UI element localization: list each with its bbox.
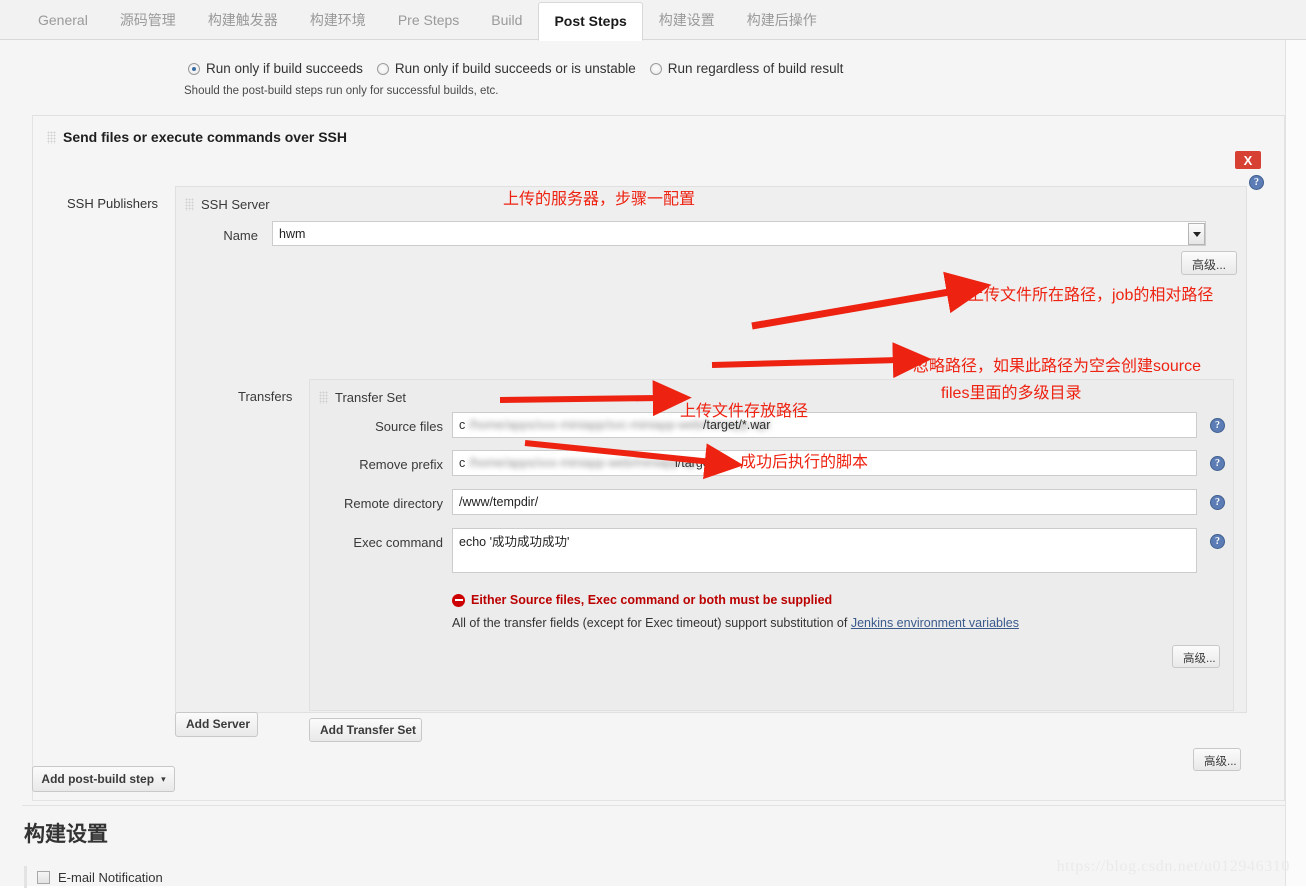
add-post-build-step-label: Add post-build step: [41, 772, 155, 786]
ssh-publisher-advanced-button[interactable]: 高级...: [1193, 748, 1241, 771]
tab-general[interactable]: General: [22, 1, 104, 40]
remove-prefix-label: Remove prefix: [359, 457, 443, 472]
radio-label: Run only if build succeeds or is unstabl…: [394, 61, 636, 76]
radio-run-regardless[interactable]: Run regardless of build result: [649, 61, 844, 76]
ssh-server-name-input[interactable]: [272, 221, 1206, 246]
remote-directory-input[interactable]: [452, 489, 1197, 515]
annotation-remove-prefix-line2: files里面的多级目录: [941, 385, 1082, 402]
transfer-error-message: Either Source files, Exec command or bot…: [471, 593, 833, 607]
tab-scm[interactable]: 源码管理: [104, 1, 192, 40]
ssh-publisher-block: Send files or execute commands over SSH …: [32, 115, 1285, 801]
remote-directory-label: Remote directory: [344, 496, 443, 511]
exec-command-label: Exec command: [353, 535, 443, 550]
annotation-server-name: 上传的服务器，步骤一配置: [503, 191, 696, 208]
transfer-note: All of the transfer fields (except for E…: [452, 616, 1019, 630]
source-files-input[interactable]: c /home/apps/xxx-miniapp/svc-miniapp-web…: [452, 412, 1197, 438]
ssh-block-title: Send files or execute commands over SSH: [47, 129, 347, 145]
radio-label: Run only if build succeeds: [206, 61, 363, 76]
config-tab-bar: General 源码管理 构建触发器 构建环境 Pre Steps Build …: [0, 0, 1306, 41]
tab-post-build-actions[interactable]: 构建后操作: [731, 1, 833, 40]
drag-handle-icon[interactable]: [319, 391, 328, 404]
error-icon: [452, 593, 465, 607]
radio-run-if-succeeds[interactable]: Run only if build succeeds: [188, 61, 363, 76]
transfer-note-prefix: All of the transfer fields (except for E…: [452, 616, 851, 630]
transfer-error-row: Either Source files, Exec command or bot…: [452, 593, 832, 607]
source-files-help-icon[interactable]: ?: [1210, 416, 1225, 433]
config-page-body: Run only if build succeeds Run only if b…: [0, 40, 1286, 888]
jenkins-env-variables-link[interactable]: Jenkins environment variables: [851, 616, 1019, 630]
transfers-label: Transfers: [238, 389, 293, 404]
chevron-down-icon: ▾: [161, 773, 166, 784]
remove-prefix-prefix: c: [459, 456, 466, 470]
transfer-set-panel-title: Transfer Set: [319, 390, 406, 405]
ssh-server-panel-title: SSH Server: [185, 197, 270, 212]
add-server-button[interactable]: Add Server: [175, 712, 258, 737]
ssh-server-panel: SSH Server Name 高级... Transfers Transfer…: [175, 186, 1247, 742]
build-settings-heading: 构建设置: [24, 823, 108, 846]
run-condition-radio-group: Run only if build succeeds Run only if b…: [188, 61, 857, 76]
annotation-exec-command: 成功后执行的脚本: [740, 454, 869, 471]
email-notification-checkbox[interactable]: [37, 870, 50, 884]
name-label: Name: [223, 228, 258, 243]
radio-label: Run regardless of build result: [667, 61, 844, 76]
transfer-set-advanced-button[interactable]: 高级...: [1172, 645, 1220, 668]
tab-build[interactable]: Build: [475, 1, 538, 40]
page-right-gutter: [1286, 40, 1306, 886]
source-files-label: Source files: [375, 419, 443, 434]
tab-build-settings[interactable]: 构建设置: [643, 1, 731, 40]
run-condition-hint: Should the post-build steps run only for…: [184, 85, 499, 97]
ssh-block-help-icon[interactable]: ?: [1249, 173, 1264, 190]
exec-command-textarea[interactable]: echo '成功成功成功': [452, 528, 1197, 573]
tab-list: General 源码管理 构建触发器 构建环境 Pre Steps Build …: [22, 0, 833, 41]
exec-command-help-icon[interactable]: ?: [1210, 532, 1225, 549]
email-notification-row[interactable]: E-mail Notification: [24, 866, 163, 888]
annotation-remote-directory: 上传文件存放路径: [680, 403, 809, 420]
delete-ssh-block-button[interactable]: X: [1235, 151, 1261, 169]
tab-build-trigger[interactable]: 构建触发器: [192, 1, 294, 40]
ssh-server-name-dropdown-arrow[interactable]: [1188, 223, 1205, 245]
ssh-block-title-text: Send files or execute commands over SSH: [63, 129, 347, 145]
drag-handle-icon[interactable]: [185, 198, 194, 211]
transfer-set-panel: Transfer Set Source files c /home/apps/x…: [309, 379, 1234, 711]
csdn-watermark: https://blog.csdn.net/u012946310: [1056, 858, 1290, 875]
add-transfer-set-button[interactable]: Add Transfer Set: [309, 718, 422, 742]
radio-button-icon[interactable]: [188, 62, 200, 75]
remove-prefix-suffix: i/target: [675, 456, 714, 470]
remove-prefix-help-icon[interactable]: ?: [1210, 454, 1225, 471]
transfer-set-title-text: Transfer Set: [335, 390, 407, 405]
section-divider: [22, 805, 1286, 806]
radio-run-if-succeeds-or-unstable[interactable]: Run only if build succeeds or is unstabl…: [376, 61, 636, 76]
email-notification-label: E-mail Notification: [58, 869, 163, 885]
remove-prefix-blurred-path: /home/apps/xxx-miniapp-web/miniapp-ap: [469, 456, 697, 470]
tab-pre-steps[interactable]: Pre Steps: [382, 1, 475, 40]
radio-button-icon[interactable]: [649, 62, 662, 75]
ssh-publishers-label: SSH Publishers: [67, 196, 159, 211]
tab-post-steps[interactable]: Post Steps: [538, 2, 643, 41]
ssh-server-advanced-button[interactable]: 高级...: [1181, 251, 1237, 275]
annotation-source-files: 上传文件所在路径，job的相对路径: [968, 287, 1214, 304]
ssh-server-title-text: SSH Server: [201, 197, 270, 212]
radio-button-icon[interactable]: [376, 62, 389, 75]
annotation-remove-prefix-line1: 忽略路径，如果此路径为空会创建source: [913, 358, 1202, 375]
remote-directory-help-icon[interactable]: ?: [1210, 493, 1225, 510]
source-files-prefix: c: [459, 418, 466, 432]
tab-build-env[interactable]: 构建环境: [294, 1, 382, 40]
add-post-build-step-button[interactable]: Add post-build step ▾: [32, 766, 175, 792]
drag-handle-icon[interactable]: [47, 130, 56, 144]
